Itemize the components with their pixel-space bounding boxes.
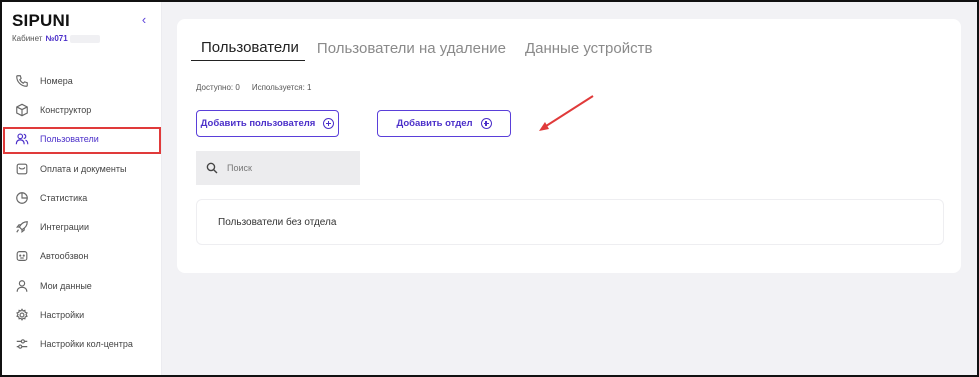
sidebar-item-label: Интеграции <box>40 222 89 233</box>
users-panel: Пользователи Пользователи на удаление Да… <box>177 19 961 273</box>
sidebar-item-billing[interactable]: Оплата и документы <box>2 154 162 183</box>
annotation-arrow <box>539 95 594 131</box>
sidebar-nav: Номера Конструктор Пользователи Оплата и… <box>2 66 162 359</box>
sidebar-item-integrations[interactable]: Интеграции <box>2 212 162 241</box>
phone-icon <box>14 73 29 88</box>
add-department-button[interactable]: Добавить отдел <box>377 110 511 137</box>
sidebar-item-label: Автообзвон <box>40 251 89 262</box>
sidebar-item-label: Пользователи <box>40 134 99 145</box>
search-field[interactable] <box>196 151 360 185</box>
sidebar-item-label: Номера <box>40 75 73 86</box>
sidebar-item-label: Настройки кол-центра <box>40 339 133 350</box>
cabinet-number-redacted <box>69 34 100 43</box>
tab-users[interactable]: Пользователи <box>191 39 305 61</box>
users-icon <box>14 132 29 147</box>
add-user-button[interactable]: Добавить пользователя <box>196 110 339 137</box>
license-counts: Доступно: 0 Используется: 1 <box>196 83 311 92</box>
tab-bar: Пользователи Пользователи на удаление Да… <box>191 39 671 61</box>
gear-icon <box>14 308 29 323</box>
sidebar-item-label: Мои данные <box>40 280 92 291</box>
available-count: Доступно: 0 <box>196 83 240 92</box>
sidebar-item-label: Статистика <box>40 192 88 203</box>
sidebar-item-callcenter-settings[interactable]: Настройки кол-центра <box>2 330 162 359</box>
sidebar-item-label: Оплата и документы <box>40 163 127 174</box>
group-label: Пользователи без отдела <box>218 216 337 228</box>
sidebar-item-settings[interactable]: Настройки <box>2 300 162 329</box>
tab-device-data[interactable]: Данные устройств <box>525 40 652 61</box>
sidebar-item-autodialer[interactable]: Автообзвон <box>2 242 162 271</box>
sidebar-item-users[interactable]: Пользователи <box>2 125 162 154</box>
cabinet-info: Кабинет №071 <box>12 34 100 43</box>
chevron-left-icon[interactable]: ‹ <box>137 13 151 27</box>
search-icon <box>206 162 218 174</box>
rocket-icon <box>14 220 29 235</box>
tab-users-deletion[interactable]: Пользователи на удаление <box>317 40 506 61</box>
cabinet-label: Кабинет <box>12 34 43 43</box>
user-icon <box>14 278 29 293</box>
app-window: SIPUNI ‹ Кабинет№071 Номера Конструктор <box>0 0 979 377</box>
cabinet-number: №071 <box>45 34 68 43</box>
sidebar: SIPUNI ‹ Кабинет№071 Номера Конструктор <box>2 2 162 375</box>
sidebar-item-numbers[interactable]: Номера <box>2 66 162 95</box>
add-user-label: Добавить пользователя <box>200 118 316 129</box>
cube-icon <box>14 102 29 117</box>
add-department-label: Добавить отдел <box>396 118 473 129</box>
sidebar-item-label: Конструктор <box>40 104 92 115</box>
sidebar-item-statistics[interactable]: Статистика <box>2 183 162 212</box>
plus-circle-icon <box>323 118 335 129</box>
sidebar-item-my-data[interactable]: Мои данные <box>2 271 162 300</box>
plus-circle-icon <box>480 118 492 129</box>
sidebar-item-constructor[interactable]: Конструктор <box>2 95 162 124</box>
users-without-department-group[interactable]: Пользователи без отдела <box>196 199 944 245</box>
search-input[interactable] <box>227 163 347 173</box>
wallet-icon <box>14 161 29 176</box>
sliders-icon <box>14 337 29 352</box>
used-count: Используется: 1 <box>251 83 312 92</box>
logo: SIPUNI <box>12 11 70 30</box>
sidebar-item-label: Настройки <box>40 310 85 321</box>
pie-chart-icon <box>14 190 29 205</box>
bot-icon <box>14 249 29 264</box>
